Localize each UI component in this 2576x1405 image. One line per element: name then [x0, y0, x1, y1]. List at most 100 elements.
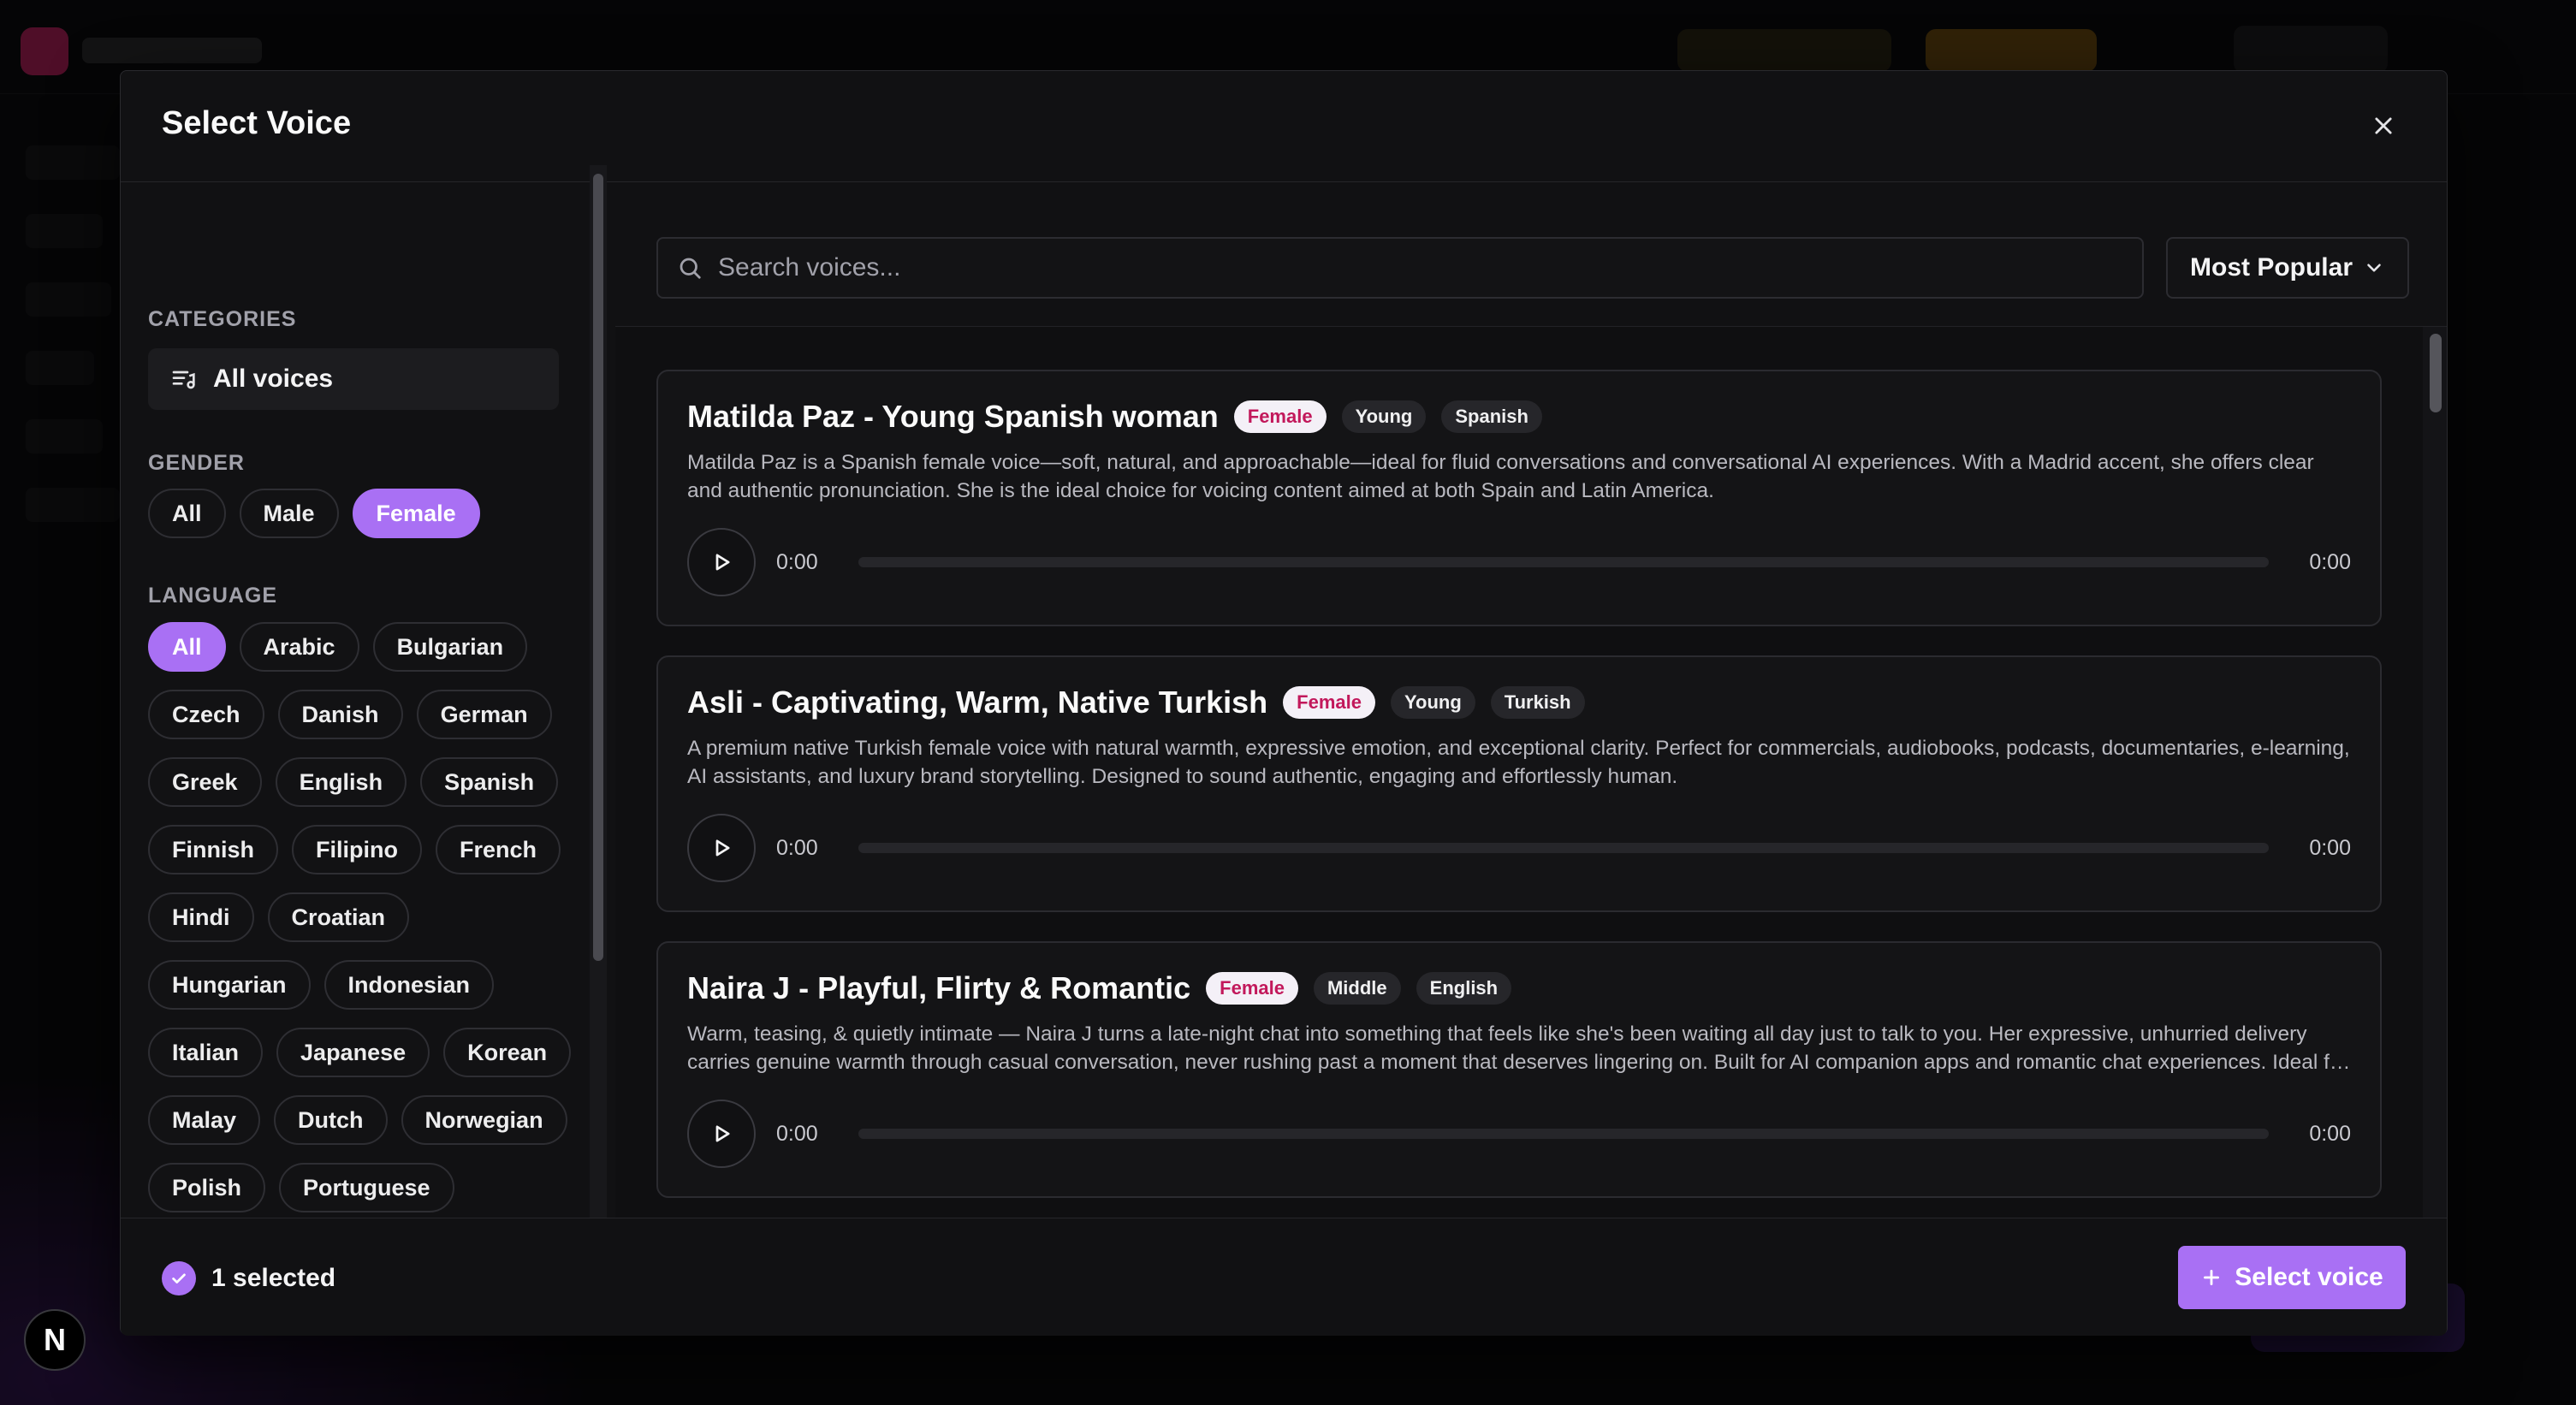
- voice-description: A premium native Turkish female voice wi…: [687, 737, 2350, 788]
- list-music-icon: [172, 371, 195, 389]
- voice-name: Asli - Captivating, Warm, Native Turkish: [687, 685, 1268, 720]
- language-chip-german[interactable]: German: [416, 690, 552, 739]
- language-chip-all[interactable]: All: [148, 622, 226, 672]
- gender-chip-male[interactable]: Male: [239, 489, 339, 538]
- voice-card-header: Naira J - Playful, Flirty & Romantic Fema…: [687, 970, 1512, 1006]
- voice-tag: English: [1416, 972, 1512, 1005]
- language-chip-malay[interactable]: Malay: [148, 1095, 261, 1145]
- sort-select[interactable]: Most Popular: [2166, 237, 2409, 299]
- gender-tag: Female: [1206, 972, 1298, 1005]
- language-chip-indonesian[interactable]: Indonesian: [323, 960, 495, 1010]
- language-chip-portuguese[interactable]: Portuguese: [279, 1163, 454, 1212]
- gender-tag: Female: [1233, 400, 1327, 433]
- language-chip-hungarian[interactable]: Hungarian: [148, 960, 311, 1010]
- audio-progress-bar[interactable]: [858, 557, 2269, 567]
- audio-player: 0:00 0:00: [687, 813, 2351, 883]
- language-chip-arabic[interactable]: Arabic: [239, 622, 359, 672]
- sidebar-scroll-thumb[interactable]: [593, 174, 603, 961]
- voice-tag: Young: [1341, 400, 1427, 433]
- voice-card[interactable]: Matilda Paz - Young Spanish woman Female Y…: [656, 370, 2382, 626]
- voice-description: Warm, teasing, & quietly intimate — Nair…: [687, 1023, 2348, 1074]
- current-time: 0:00: [776, 835, 818, 860]
- voice-name: Matilda Paz - Young Spanish woman: [687, 399, 1219, 434]
- language-chip-spanish[interactable]: Spanish: [420, 757, 559, 807]
- play-icon: [715, 839, 730, 857]
- voice-name: Naira J - Playful, Flirty & Romantic: [687, 970, 1191, 1005]
- next-badge[interactable]: N: [24, 1309, 86, 1371]
- search-icon: [680, 258, 701, 279]
- language-chip-bulgarian[interactable]: Bulgarian: [372, 622, 528, 672]
- audio-player: 0:00 0:00: [687, 527, 2351, 597]
- close-button[interactable]: [2366, 109, 2401, 143]
- language-chip-croatian[interactable]: Croatian: [267, 892, 410, 942]
- select-voice-button[interactable]: Select voice: [2178, 1246, 2406, 1309]
- category-label: All voices: [213, 365, 334, 393]
- gender-tag: Female: [1283, 686, 1375, 719]
- categories-label: CATEGORIES: [148, 307, 297, 331]
- voice-card-header: Matilda Paz - Young Spanish woman Female Y…: [687, 399, 1542, 435]
- gender-label: GENDER: [148, 451, 245, 475]
- audio-player: 0:00 0:00: [687, 1099, 2351, 1169]
- gender-chip-female[interactable]: Female: [352, 489, 480, 538]
- language-chip-row: Greek English Spanish: [148, 757, 559, 807]
- duration: 0:00: [2309, 549, 2351, 574]
- play-icon: [715, 554, 730, 571]
- chevron-down-icon: [2367, 264, 2381, 272]
- language-chip-japanese[interactable]: Japanese: [276, 1028, 430, 1077]
- language-chip-norwegian[interactable]: Norwegian: [401, 1095, 567, 1145]
- voice-list-scroll-thumb[interactable]: [2430, 334, 2442, 412]
- language-chip-greek[interactable]: Greek: [148, 757, 262, 807]
- language-chip-polish[interactable]: Polish: [148, 1163, 266, 1212]
- voice-tag: Middle: [1313, 972, 1401, 1005]
- check-icon: [162, 1261, 196, 1295]
- search-box[interactable]: [656, 237, 2144, 299]
- next-badge-letter: N: [44, 1322, 66, 1357]
- language-chip-row: Hungarian Indonesian: [148, 960, 495, 1010]
- current-time: 0:00: [776, 549, 818, 574]
- voice-card-header: Asli - Captivating, Warm, Native Turkish…: [687, 685, 1585, 720]
- voice-list: Naira J - Playful, Flirty & Romantic Fema…: [615, 326, 2447, 1259]
- duration: 0:00: [2309, 835, 2351, 860]
- voice-card[interactable]: Naira J - Playful, Flirty & Romantic Fema…: [656, 941, 2382, 1198]
- gender-chips: All Male Female: [148, 489, 480, 538]
- voice-description: Matilda Paz is a Spanish female voice—so…: [687, 451, 2314, 502]
- language-chip-danish[interactable]: Danish: [277, 690, 403, 739]
- language-chip-finnish[interactable]: Finnish: [148, 825, 278, 874]
- filter-sidebar: CATEGORIES All voices GENDER All Male Fema…: [121, 184, 600, 1259]
- language-chip-row: Czech Danish German: [148, 690, 552, 739]
- gender-chip-all[interactable]: All: [148, 489, 226, 538]
- play-button[interactable]: [687, 1100, 756, 1168]
- category-all-voices[interactable]: All voices: [148, 348, 559, 410]
- voice-tag: Young: [1390, 686, 1475, 719]
- plus-icon: [2204, 1270, 2220, 1285]
- language-chip-filipino[interactable]: Filipino: [292, 825, 422, 874]
- voice-list-scrollbar[interactable]: [2423, 327, 2447, 1259]
- play-button[interactable]: [687, 528, 756, 596]
- language-chip-row: Hindi Croatian: [148, 892, 410, 942]
- selected-count-label: 1 selected: [211, 1264, 336, 1292]
- voice-card[interactable]: Asli - Captivating, Warm, Native Turkish…: [656, 655, 2382, 912]
- language-chip-french[interactable]: French: [435, 825, 561, 874]
- select-voice-label: Select voice: [2235, 1263, 2383, 1291]
- play-button[interactable]: [687, 814, 756, 882]
- current-time: 0:00: [776, 1121, 818, 1146]
- language-chip-italian[interactable]: Italian: [148, 1028, 264, 1077]
- language-chip-korean[interactable]: Korean: [443, 1028, 572, 1077]
- language-chip-row: Italian Japanese Korean: [148, 1028, 572, 1077]
- select-voice-modal: Select Voice CATEGORIES All voices GENDE…: [120, 70, 2448, 1336]
- audio-progress-bar[interactable]: [858, 843, 2269, 853]
- modal-title: Select Voice: [162, 105, 352, 141]
- language-chip-row: Finnish Filipino French: [148, 825, 561, 874]
- language-chip-dutch[interactable]: Dutch: [274, 1095, 388, 1145]
- language-chip-czech[interactable]: Czech: [148, 690, 264, 739]
- language-chip-english[interactable]: English: [275, 757, 407, 807]
- sort-selected-value: Most Popular: [2190, 253, 2353, 282]
- modal-footer: 1 selected Select voice: [121, 1218, 2447, 1336]
- audio-progress-bar[interactable]: [858, 1129, 2269, 1139]
- language-chip-hindi[interactable]: Hindi: [148, 892, 254, 942]
- voice-tag: Spanish: [1441, 400, 1542, 433]
- close-icon: [2375, 117, 2392, 134]
- duration: 0:00: [2309, 1121, 2351, 1146]
- language-chip-row: Polish Portuguese: [148, 1163, 454, 1212]
- search-input[interactable]: [718, 239, 2142, 297]
